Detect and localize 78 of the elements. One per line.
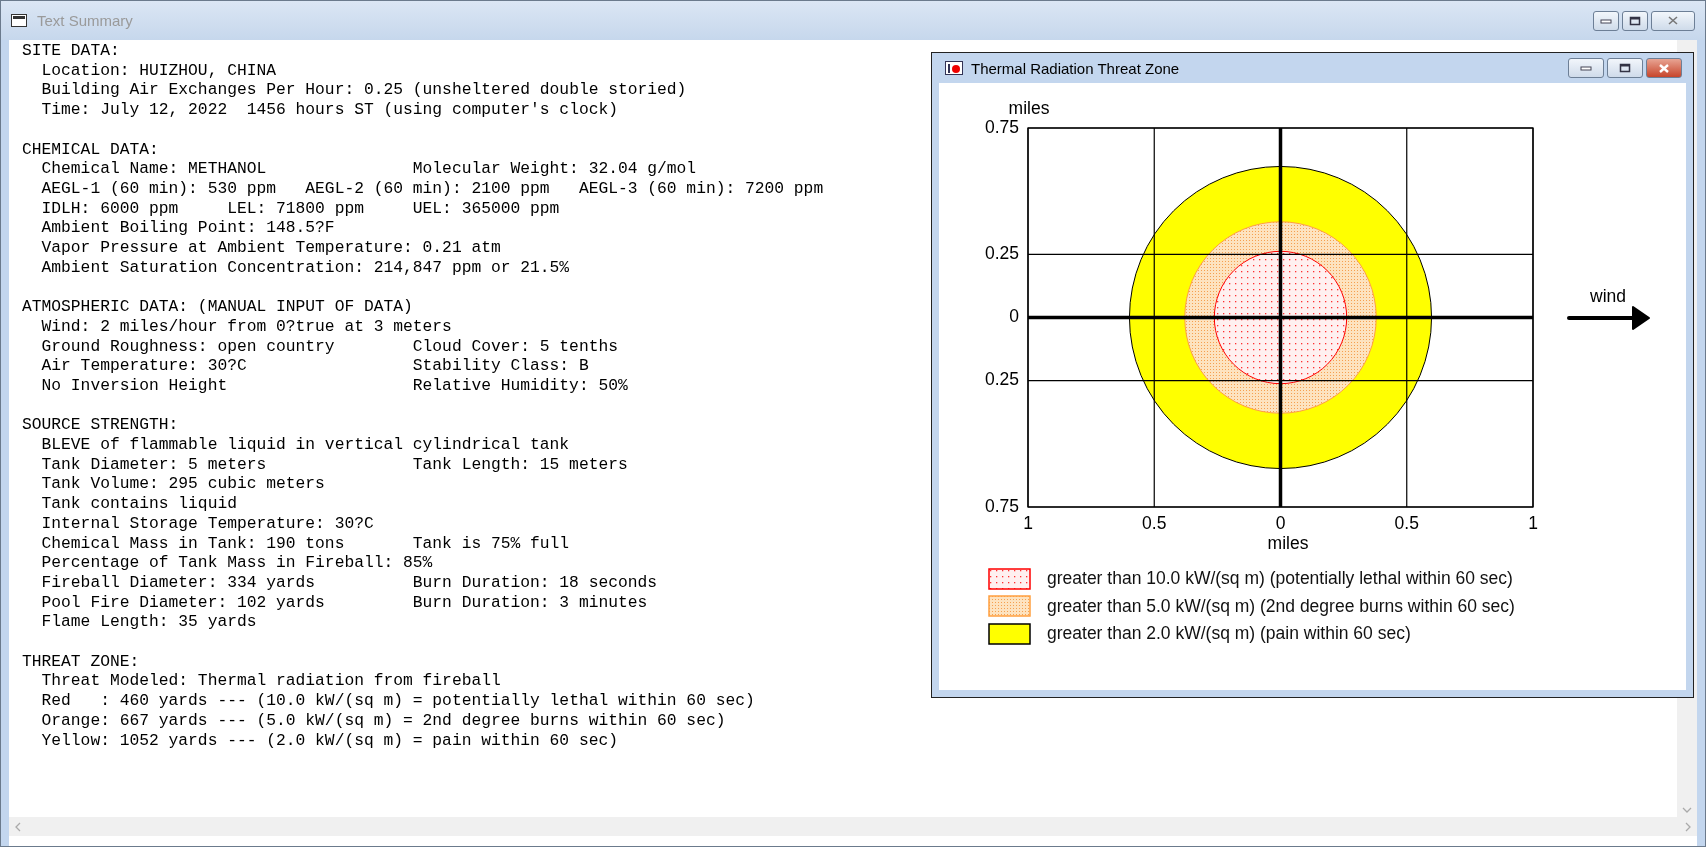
scroll-down-icon (1682, 807, 1692, 813)
legend-label: greater than 2.0 kW/(sq m) (pain within 60 sec) (1047, 623, 1411, 645)
maximize-button[interactable] (1607, 58, 1643, 78)
summary-line: Threat Modeled: Thermal radiation from fireball (41, 671, 501, 692)
summary-line: IDLH: 6000 ppm LEL: 71800 ppm (41, 198, 364, 218)
summary-line: Chemical Name: METHANOL (41, 159, 267, 179)
summary-line: Ground Roughness: open country (41, 336, 335, 356)
close-button[interactable] (1646, 58, 1682, 78)
summary-line: Tank Length: 15 meters (412, 454, 628, 475)
summary-line: Cloud Cover: 5 tenths (412, 336, 618, 357)
summary-line: AEGL-1 (60 min): 530 ppm AEGL-2 (60 min): 2100 ppm AEGL-3 (60 min): 7200 ppm (41, 178, 824, 199)
x-tick-label: 1 (1528, 512, 1538, 533)
axis-unit-label: miles (1267, 532, 1309, 553)
summary-line: Internal Storage Temperature: 30?C (41, 513, 374, 534)
x-tick-label: 1 (1023, 512, 1033, 533)
y-tick-label: 0 (1009, 306, 1019, 327)
section-heading: SITE DATA: (22, 41, 120, 61)
summary-line: Wind: 2 miles/hour from 0?true at 3 meters (41, 316, 452, 337)
x-tick-label: 0.5 (1394, 512, 1419, 533)
y-tick-label: 0.25 (984, 369, 1019, 390)
minimize-button[interactable] (1568, 58, 1604, 78)
maximize-icon (1629, 15, 1641, 26)
horizontal-scrollbar[interactable] (9, 817, 1697, 836)
scroll-left-icon (15, 821, 21, 832)
close-icon (1667, 15, 1679, 26)
maximize-icon (1619, 63, 1631, 73)
summary-line: Tank is 75% full (412, 533, 570, 554)
summary-line: Flame Length: 35 yards (41, 612, 257, 633)
summary-line: Stability Class: B (412, 356, 589, 376)
summary-line: No Inversion Height (41, 375, 228, 395)
summary-line: Air Temperature: 30?C (41, 356, 247, 376)
summary-line: Ambient Saturation Concentration: 214,847 ppm or 21.5% (41, 257, 570, 278)
summary-line: Pool Fire Diameter: 102 yards (41, 592, 325, 612)
summary-line: Tank Diameter: 5 meters (41, 454, 267, 474)
chart-window-title: Thermal Radiation Threat Zone (971, 59, 1181, 77)
wind-arrow-icon (1567, 306, 1650, 330)
summary-line: UEL: 365000 ppm (412, 198, 560, 219)
y-tick-label: 0.75 (984, 495, 1019, 516)
summary-line: Vapor Pressure at Ambient Temperature: 0.21 atm (41, 238, 501, 258)
section-heading: SOURCE STRENGTH: (22, 415, 179, 435)
close-button[interactable] (1651, 10, 1695, 31)
minimize-icon (1580, 65, 1592, 71)
summary-line: Tank contains liquid (41, 494, 237, 514)
summary-line: Ambient Boiling Point: 148.5?F (41, 218, 335, 238)
legend-label: greater than 5.0 kW/(sq m) (2nd degree burns within 60 sec) (1047, 595, 1515, 617)
y-tick-label: 0.25 (984, 243, 1019, 263)
section-heading: CHEMICAL DATA: (22, 139, 159, 160)
summary-line: Tank Volume: 295 cubic meters (41, 474, 325, 495)
summary-line: Building Air Exchanges Per Hour: 0.25 (unsheltered double storied) (41, 80, 687, 101)
summary-line: Orange: 667 yards --- (5.0 kW/(sq m) = 2nd degree burns within 60 sec) (41, 710, 726, 731)
close-icon (1658, 62, 1670, 74)
summary-line: Yellow: 1052 yards --- (2.0 kW/(sq m) = pain within 60 sec) (41, 730, 618, 751)
legend-label: greater than 10.0 kW/(sq m) (potentially lethal within 60 sec) (1047, 568, 1513, 590)
summary-line: Fireball Diameter: 334 yards (41, 572, 316, 592)
y-tick-label: 0.75 (984, 116, 1019, 137)
section-heading: THREAT ZONE: (22, 651, 140, 672)
summary-line: Red : 460 yards --- (10.0 kW/(sq m) = potentially lethal within 60 sec) (41, 691, 755, 711)
wind-label: wind (1590, 285, 1626, 306)
x-tick-label: 0.5 (1142, 512, 1167, 533)
summary-line: BLEVE of flammable liquid in vertical cylindrical tank (41, 435, 570, 455)
axis-unit-label: miles (1008, 98, 1050, 118)
x-tick-label: 0 (1275, 512, 1286, 533)
summary-line: Molecular Weight: 32.04 g/mol (412, 159, 697, 179)
summary-line: Burn Duration: 3 minutes (412, 592, 648, 613)
summary-line: Chemical Mass in Tank: 190 tons (41, 533, 345, 553)
summary-line: Time: July 12, 2022 1456 hours ST (using computer's clock) (41, 100, 618, 120)
app-icon (11, 14, 27, 27)
scroll-right-icon (1685, 821, 1691, 832)
summary-line: Burn Duration: 18 seconds (412, 572, 658, 593)
summary-line: Percentage of Tank Mass in Fireball: 85% (41, 553, 433, 573)
minimize-button[interactable] (1593, 10, 1619, 31)
minimize-icon (1600, 17, 1612, 24)
summary-line: Relative Humidity: 50% (412, 375, 628, 396)
section-heading: ATMOSPHERIC DATA: (MANUAL INPUT OF DATA) (22, 297, 413, 317)
chart-app-icon (945, 61, 963, 75)
summary-line: Location: HUIZHOU, CHINA (41, 60, 277, 81)
window-title: Text Summary (37, 12, 134, 29)
maximize-button[interactable] (1622, 10, 1648, 31)
